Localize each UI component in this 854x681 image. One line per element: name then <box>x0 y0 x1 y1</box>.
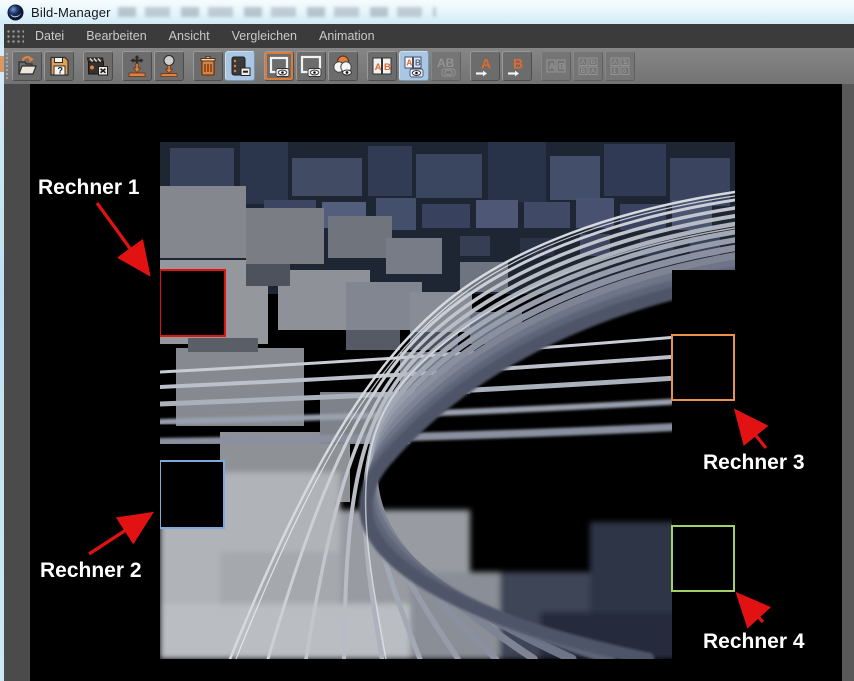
toolbar: ? <box>0 48 854 84</box>
menu-ansicht[interactable]: Ansicht <box>158 25 221 47</box>
svg-text:A: A <box>613 59 618 66</box>
svg-text:A: A <box>406 59 412 68</box>
ab-tile-icon: A ⇅ 1 0 <box>605 51 635 81</box>
svg-text:B: B <box>581 68 586 75</box>
menubar-grip-handle[interactable] <box>6 29 24 44</box>
trash-icon[interactable] <box>193 51 223 81</box>
bild-manager-window: Bild-Manager Datei Bearbeiten Ansicht Ve… <box>0 0 854 681</box>
clapperboard-x-icon[interactable] <box>83 51 113 81</box>
svg-text:1: 1 <box>613 68 617 75</box>
svg-text:⇅: ⇅ <box>622 58 628 66</box>
svg-text:AB: AB <box>437 56 455 70</box>
viewport-frame-left <box>4 84 30 681</box>
menu-datei[interactable]: Datei <box>24 25 75 47</box>
ab-swap-icon: A B <box>541 51 571 81</box>
svg-text:B: B <box>384 62 391 73</box>
label-rechner-4: Rechner 4 <box>703 630 805 654</box>
arrow-rechner-1 <box>97 203 145 269</box>
ab-hidden-icon: AB <box>431 51 461 81</box>
cinema4d-app-icon <box>7 4 24 21</box>
window-title: Bild-Manager <box>31 5 111 20</box>
arrow-rechner-3 <box>740 416 766 448</box>
bucket-rechner-4 <box>672 526 734 591</box>
single-image-eye-icon[interactable] <box>264 51 294 81</box>
svg-text:B: B <box>415 59 421 68</box>
ab-compare-eye-icon[interactable]: A B <box>399 51 429 81</box>
svg-text:A: A <box>375 62 382 73</box>
svg-text:A: A <box>591 68 596 75</box>
sphere-to-tray-icon[interactable] <box>154 51 184 81</box>
set-as-b-icon[interactable]: B <box>502 51 532 81</box>
ab-grid-icon: A B B A <box>573 51 603 81</box>
remove-card-icon[interactable] <box>225 51 255 81</box>
menu-bearbeiten[interactable]: Bearbeiten <box>75 25 157 47</box>
menu-animation[interactable]: Animation <box>308 25 386 47</box>
menu-vergleichen[interactable]: Vergleichen <box>221 25 308 47</box>
bucket-rechner-2 <box>160 461 224 528</box>
svg-text:A: A <box>581 59 586 66</box>
svg-text:B: B <box>513 56 523 72</box>
foreground-blocks <box>160 472 735 659</box>
image-frame-eye-icon[interactable] <box>296 51 326 81</box>
svg-text:B: B <box>591 59 596 66</box>
arrow-rechner-2 <box>89 517 146 554</box>
arrow-rechner-4 <box>742 599 763 622</box>
svg-text:B: B <box>559 61 565 71</box>
titlebar[interactable]: Bild-Manager <box>0 0 854 24</box>
bucket-rechner-3 <box>672 335 734 400</box>
window-left-edge <box>0 24 4 681</box>
svg-text:0: 0 <box>623 68 627 75</box>
desktop-showthrough-artifact <box>0 56 4 72</box>
viewport-canvas[interactable]: Rechner 1 Rechner 2 Rechner 3 Rechner 4 <box>0 84 854 681</box>
viewport-frame-right <box>842 84 854 681</box>
label-rechner-2: Rechner 2 <box>40 559 142 583</box>
open-file-icon[interactable] <box>12 51 42 81</box>
spheres-eye-icon[interactable] <box>328 51 358 81</box>
bucket-rechner-1 <box>160 270 225 336</box>
svg-text:A: A <box>481 56 491 72</box>
label-rechner-3: Rechner 3 <box>703 451 805 475</box>
svg-text:?: ? <box>58 66 64 76</box>
glass-reflection-artifact <box>118 7 436 17</box>
move-to-tray-icon[interactable] <box>122 51 152 81</box>
label-rechner-1: Rechner 1 <box>38 176 140 200</box>
menubar: Datei Bearbeiten Ansicht Vergleichen Ani… <box>0 24 854 48</box>
svg-text:A: A <box>549 61 555 71</box>
set-as-a-icon[interactable]: A <box>470 51 500 81</box>
save-file-question-icon[interactable]: ? <box>44 51 74 81</box>
render-image[interactable] <box>160 142 735 659</box>
ab-compare-icon[interactable]: A B <box>367 51 397 81</box>
